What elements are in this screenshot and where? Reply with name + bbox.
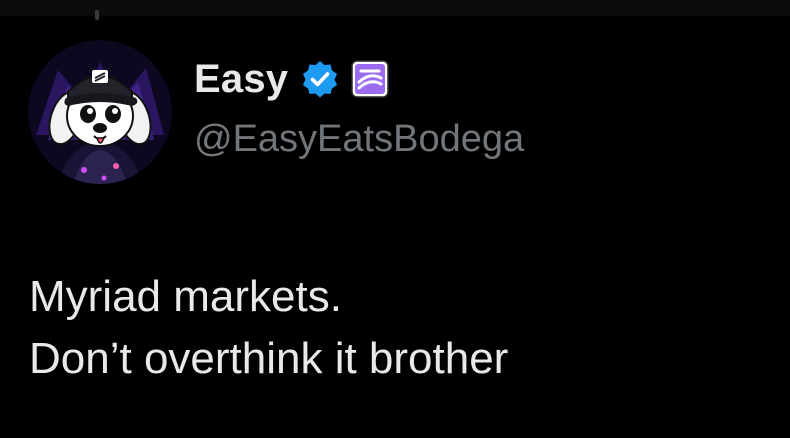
- post-card: Easy @EasyEatsBodega Myriad markets. Don…: [0, 0, 790, 438]
- display-name[interactable]: Easy: [194, 55, 288, 103]
- author-name-row: Easy: [194, 55, 392, 103]
- avatar[interactable]: [28, 40, 172, 184]
- post-text-line: Don’t overthink it brother: [29, 334, 509, 383]
- dog-avatar-image: [28, 40, 172, 184]
- author-handle[interactable]: @EasyEatsBodega: [194, 116, 524, 162]
- affiliate-logo-icon[interactable]: [348, 57, 392, 101]
- post-text-line: Myriad markets.: [29, 272, 342, 321]
- scroll-indicator: [95, 10, 99, 20]
- post-text: Myriad markets. Don’t overthink it broth…: [29, 266, 508, 390]
- top-bar: [0, 0, 790, 20]
- verified-check-icon: [303, 61, 338, 98]
